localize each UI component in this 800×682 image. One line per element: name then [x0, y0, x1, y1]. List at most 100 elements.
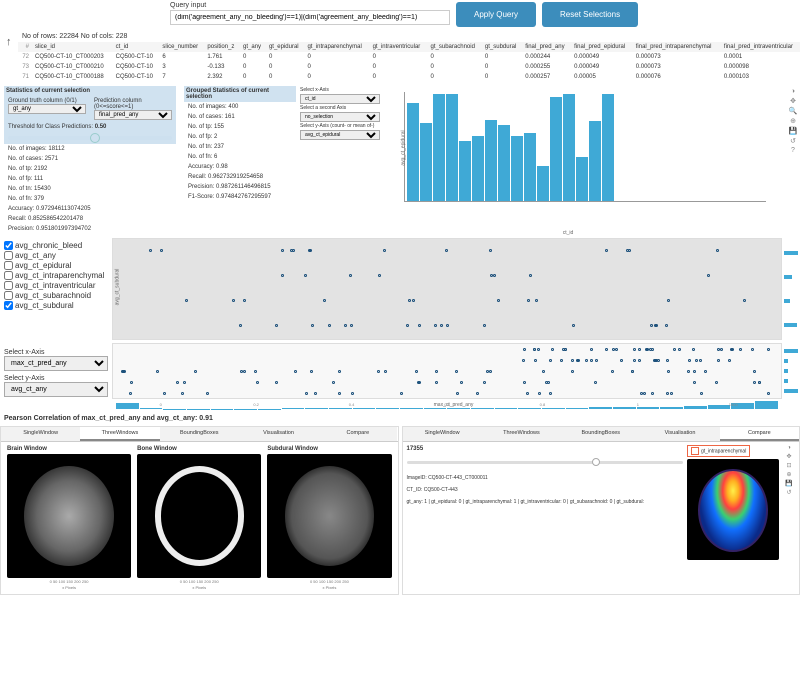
- meta-line: ImageID: CQ500-CT-443_CT000011: [407, 474, 684, 482]
- stats-title: Statistics of current selection: [4, 86, 176, 96]
- col-header[interactable]: gt_subarachnoid: [428, 42, 482, 52]
- bar[interactable]: [602, 94, 614, 201]
- table-row[interactable]: 73CQ500-CT-10_CT000210CQ500-CT-103-0.133…: [18, 62, 800, 72]
- brain-window-image[interactable]: [7, 454, 131, 578]
- bar[interactable]: [420, 123, 432, 201]
- stat-line: Recall: 0.852586542201478: [4, 214, 176, 224]
- stat-line: No. of tp: 155: [184, 122, 296, 132]
- wheel-icon: ⊕: [786, 117, 800, 125]
- bar[interactable]: [498, 125, 510, 201]
- stat-line: No. of images: 400: [184, 102, 296, 112]
- stat-line: No. of tn: 15430: [4, 184, 176, 194]
- metric-checkbox[interactable]: avg_ct_subdural: [4, 300, 108, 310]
- tab-visualisation[interactable]: Visualisation: [640, 427, 719, 441]
- bar[interactable]: [576, 157, 588, 201]
- metric-checkbox[interactable]: avg_ct_epidural: [4, 260, 108, 270]
- col-header[interactable]: #: [18, 42, 32, 52]
- tab-boundingboxes[interactable]: BoundingBoxes: [160, 427, 239, 441]
- apply-query-button[interactable]: Apply Query: [456, 2, 536, 27]
- reset-icon: ↺: [783, 489, 795, 496]
- bar[interactable]: [485, 120, 497, 201]
- correlation-text: Pearson Correlation of max_ct_pred_any a…: [0, 413, 800, 424]
- stat-line: Precision: 0.951801997394702: [4, 224, 176, 234]
- subdural-window-image[interactable]: [267, 454, 391, 578]
- bar[interactable]: [537, 166, 549, 201]
- col-header[interactable]: ct_id: [113, 42, 160, 52]
- pan-icon: ✥: [783, 453, 795, 460]
- chart-x-select[interactable]: ct_id: [300, 94, 380, 104]
- bar[interactable]: [524, 133, 536, 201]
- bar[interactable]: [550, 97, 562, 201]
- table-meta: No of rows: 22284 No of cols: 228: [0, 31, 800, 42]
- metric-checkbox[interactable]: avg_chronic_bleed: [4, 240, 108, 250]
- tab-singlewindow[interactable]: SingleWindow: [1, 427, 80, 441]
- col-header[interactable]: gt_intraventricular: [370, 42, 428, 52]
- chart-tools[interactable]: ◑✥🔍⊕💾↺?: [786, 86, 800, 234]
- y-axis-select[interactable]: avg_ct_any: [4, 382, 108, 397]
- wheel-icon: ⊕: [783, 471, 795, 478]
- metric-checkbox[interactable]: avg_ct_any: [4, 250, 108, 260]
- reset-selections-button[interactable]: Reset Selections: [542, 2, 638, 27]
- col-header[interactable]: final_pred_intraparenchymal: [633, 42, 721, 52]
- side-histogram-1: [782, 238, 800, 340]
- table-row[interactable]: 71CQ500-CT-10_CT000188CQ500-CT-1072.3920…: [18, 72, 800, 82]
- bone-window-image[interactable]: [137, 454, 261, 578]
- tab-threewindows[interactable]: ThreeWindows: [80, 427, 159, 441]
- chart-group-select[interactable]: no_selection: [300, 112, 380, 122]
- tab-boundingboxes[interactable]: BoundingBoxes: [561, 427, 640, 441]
- save-icon: 💾: [783, 480, 795, 487]
- bar[interactable]: [407, 103, 419, 201]
- table-row[interactable]: 72CQ500-CT-10_CT000203CQ500-CT-1061.7610…: [18, 52, 800, 62]
- bar[interactable]: [589, 121, 601, 201]
- bokeh-icon: ◑: [786, 88, 800, 95]
- col-header[interactable]: position_z: [204, 42, 240, 52]
- x-axis-select[interactable]: max_ct_pred_any: [4, 356, 108, 371]
- stat-line: Recall: 0.962732919254658: [184, 172, 296, 182]
- bar[interactable]: [563, 94, 575, 201]
- col-header[interactable]: gt_any: [240, 42, 266, 52]
- threshold-slider[interactable]: [8, 136, 172, 140]
- slice-slider[interactable]: [407, 461, 684, 464]
- col-header[interactable]: gt_subdural: [482, 42, 522, 52]
- tab-compare[interactable]: Compare: [318, 427, 397, 441]
- stat-line: Precision: 0.987261146496815: [184, 182, 296, 192]
- chart-y-select[interactable]: avg_ct_epidural: [300, 130, 380, 140]
- bar[interactable]: [511, 136, 523, 201]
- subdural-window-title: Subdural Window: [267, 446, 391, 452]
- stat-line: No. of cases: 161: [184, 112, 296, 122]
- tab-singlewindow[interactable]: SingleWindow: [403, 427, 482, 441]
- metric-checkbox[interactable]: avg_ct_intraventricular: [4, 280, 108, 290]
- col-header[interactable]: final_pred_any: [522, 42, 571, 52]
- heatmap-legend: gt_intraparenchymal: [687, 445, 750, 457]
- bar[interactable]: [433, 94, 445, 201]
- metric-checkboxes: avg_chronic_bleedavg_ct_anyavg_ct_epidur…: [0, 238, 112, 340]
- bar[interactable]: [446, 94, 458, 201]
- tab-visualisation[interactable]: Visualisation: [239, 427, 318, 441]
- query-input[interactable]: [170, 10, 450, 25]
- col-header[interactable]: gt_intraparenchymal: [304, 42, 369, 52]
- stat-line: No. of fp: 111: [4, 174, 176, 184]
- heatmap-image[interactable]: [687, 459, 779, 560]
- col-header[interactable]: gt_epidural: [266, 42, 305, 52]
- pred-col-select[interactable]: final_pred_any: [94, 110, 172, 120]
- gt-col-select[interactable]: gt_any: [8, 104, 86, 114]
- bar-chart: avg_ct_epidural ct_id: [380, 86, 786, 234]
- scatter-subdural[interactable]: avg_ct_subdural: [112, 238, 782, 340]
- col-header[interactable]: slice_id: [32, 42, 113, 52]
- heatmap-tools[interactable]: ◑✥⊡⊕💾↺: [783, 445, 795, 560]
- pan-icon: ✥: [786, 97, 800, 105]
- scatter-correlation[interactable]: max_ct_pred_any 00.20.40.60.811000: [112, 343, 782, 399]
- col-header[interactable]: final_pred_intraventricular: [721, 42, 800, 52]
- bar[interactable]: [472, 136, 484, 201]
- bar[interactable]: [459, 141, 471, 201]
- metric-checkbox[interactable]: avg_ct_intraparenchymal: [4, 270, 108, 280]
- col-header[interactable]: slice_number: [159, 42, 204, 52]
- tab-threewindows[interactable]: ThreeWindows: [482, 427, 561, 441]
- col-header[interactable]: final_pred_epidural: [571, 42, 633, 52]
- brain-window-title: Brain Window: [7, 446, 131, 452]
- tab-compare[interactable]: Compare: [720, 427, 799, 441]
- stat-line: No. of fp: 2: [184, 132, 296, 142]
- scroll-up-icon[interactable]: ↑: [6, 36, 12, 48]
- metric-checkbox[interactable]: avg_ct_subarachnoid: [4, 290, 108, 300]
- bone-window-title: Bone Window: [137, 446, 261, 452]
